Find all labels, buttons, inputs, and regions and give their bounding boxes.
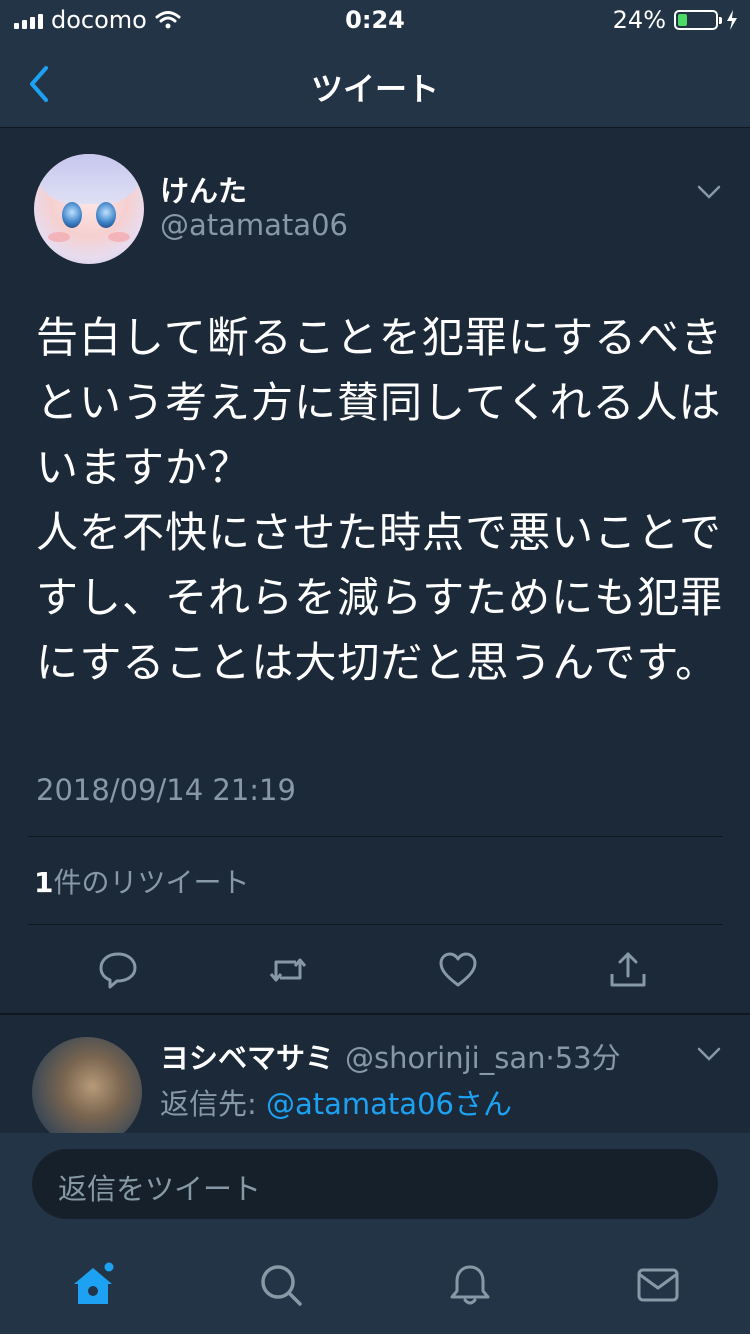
notifications-icon[interactable] (447, 1262, 493, 1308)
charging-icon (727, 10, 737, 30)
compose-bar: 返信をツイート (0, 1133, 750, 1238)
reply-author-handle: @shorinji_san (345, 1041, 546, 1075)
author-handle[interactable]: @atamata06 (160, 208, 348, 242)
avatar-eye (62, 202, 82, 228)
avatar-blush (48, 232, 70, 242)
battery-fill (678, 14, 687, 26)
retweet-count: 1 (34, 866, 54, 899)
avatar-blush (108, 232, 130, 242)
author-name[interactable]: けんた (160, 168, 247, 210)
search-icon[interactable] (258, 1262, 304, 1308)
reply-icon[interactable] (98, 950, 138, 990)
retweet-label: 件のリツイート (53, 866, 250, 899)
reply-input[interactable]: 返信をツイート (32, 1149, 718, 1219)
nav-bar: ツイート (0, 40, 750, 128)
retweet-count-link[interactable]: 1件のリツイート (34, 861, 250, 901)
reply-item[interactable]: ヨシベマサミ @shorinji_san·53分 返信先: @atamata06… (0, 1015, 750, 1133)
avatar[interactable] (34, 154, 144, 264)
chevron-down-icon[interactable] (697, 185, 721, 199)
page-title: ツイート (310, 70, 439, 108)
messages-icon[interactable] (635, 1262, 681, 1308)
like-icon[interactable] (438, 950, 478, 990)
reply-to-mention[interactable]: @atamata06さん (266, 1087, 512, 1121)
reply-to-line: 返信先: @atamata06さん (160, 1081, 512, 1123)
reply-author-name[interactable]: ヨシベマサミ (160, 1035, 334, 1077)
home-icon[interactable] (70, 1262, 116, 1308)
battery-icon (674, 10, 722, 30)
share-icon[interactable] (608, 950, 648, 990)
reply-separator: · (545, 1041, 555, 1075)
reply-age: 53分 (554, 1041, 621, 1075)
reply-to-label: 返信先: (160, 1087, 266, 1121)
tweet-timestamp: 2018/09/14 21:19 (36, 773, 296, 807)
tweet-text: 告白して断ることを犯罪にするべきという考え方に賛同してくれる人はいますか？ 人を… (36, 313, 724, 687)
tab-bar (0, 1238, 750, 1334)
avatar-hair (34, 154, 144, 204)
avatar[interactable] (32, 1037, 142, 1133)
retweet-icon[interactable] (268, 950, 308, 990)
battery-percent: 24% (612, 6, 666, 34)
divider (28, 836, 723, 837)
chevron-down-icon[interactable] (697, 1047, 721, 1061)
avatar-eye (96, 202, 116, 228)
tweet-detail: けんた @atamata06 告白して断ることを犯罪にするべきという考え方に賛同… (0, 128, 750, 1013)
battery-area: 24% (613, 6, 738, 34)
status-bar: docomo 0:24 24% (0, 0, 750, 40)
reply-meta: @shorinji_san·53分 (345, 1035, 621, 1077)
divider (28, 924, 723, 925)
